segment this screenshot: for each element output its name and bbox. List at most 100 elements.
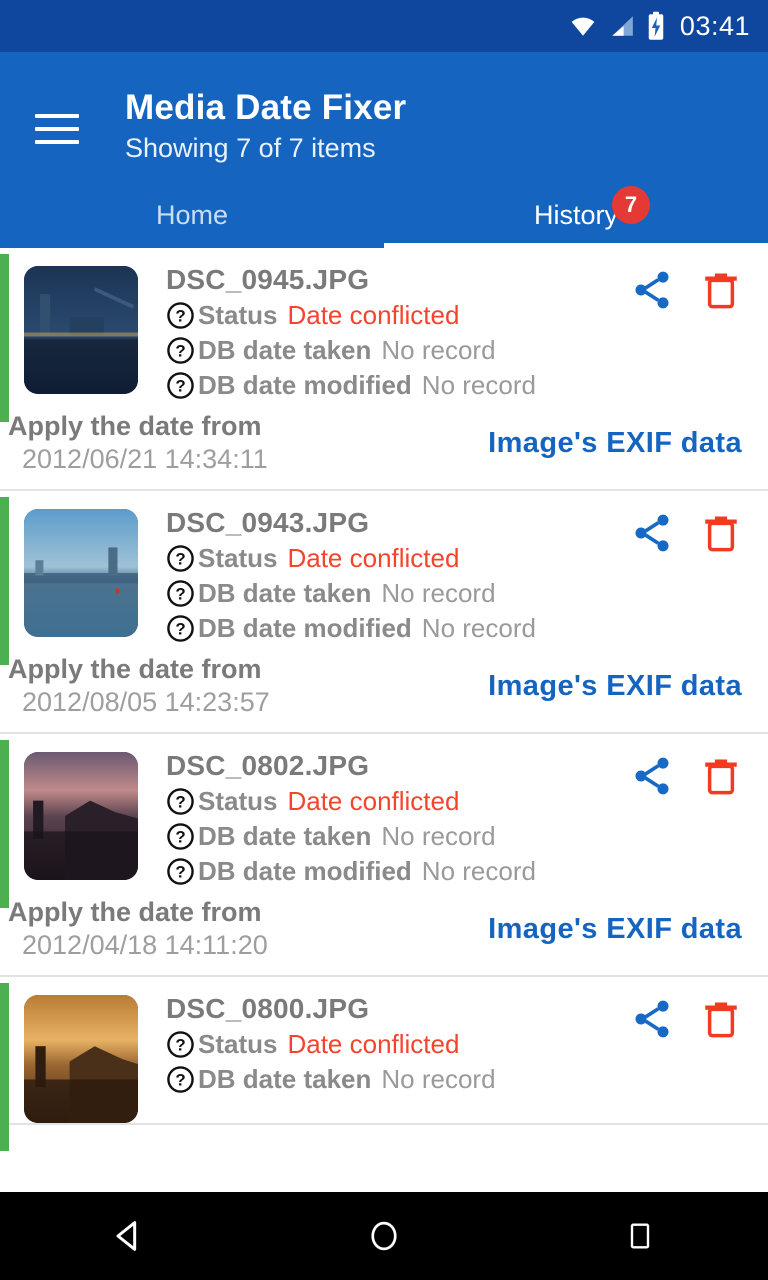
hamburger-menu-icon[interactable] — [35, 114, 79, 144]
db-date-modified-label: DB date modified — [198, 856, 412, 886]
thumbnail[interactable] — [24, 752, 138, 880]
help-icon[interactable]: ? — [166, 614, 195, 643]
db-date-taken-row: ? DB date taken No record — [166, 821, 630, 852]
app-bar-top: Media Date Fixer Showing 7 of 7 items — [0, 52, 768, 182]
status-row: ? Status Date conflicted — [166, 300, 630, 331]
db-date-taken-row: ? DB date taken No record — [166, 1064, 630, 1095]
status-bar: 03:41 — [0, 0, 768, 52]
help-icon[interactable]: ? — [166, 857, 195, 886]
list-item[interactable]: DSC_0800.JPG ? Status Date conflicted ? … — [0, 977, 768, 1151]
status-value: Date conflicted — [287, 300, 460, 330]
apply-date-block: Apply the date from 2012/08/05 14:23:57 — [8, 654, 270, 718]
db-date-modified-label: DB date modified — [198, 370, 412, 400]
app-bar: Media Date Fixer Showing 7 of 7 items Ho… — [0, 52, 768, 248]
apply-date-value: 2012/04/18 14:11:20 — [22, 930, 268, 960]
list-item-info: DSC_0800.JPG ? Status Date conflicted ? … — [166, 987, 630, 1123]
help-icon[interactable]: ? — [166, 579, 195, 608]
status-value: Date conflicted — [287, 786, 460, 816]
history-list[interactable]: DSC_0945.JPG ? Status Date conflicted ? … — [0, 248, 768, 1192]
page-subtitle: Showing 7 of 7 items — [125, 133, 376, 164]
svg-text:?: ? — [175, 1036, 185, 1055]
app-bar-titles: Media Date Fixer Showing 7 of 7 items — [125, 88, 406, 166]
list-item-main: DSC_0800.JPG ? Status Date conflicted ? … — [0, 977, 768, 1123]
apply-date-row: Apply the date from 2012/06/21 14:34:11 … — [0, 401, 768, 489]
list-item[interactable]: DSC_0943.JPG ? Status Date conflicted ? … — [0, 491, 768, 734]
apply-date-row: Apply the date from 2012/04/18 14:11:20 … — [0, 887, 768, 975]
share-icon[interactable] — [630, 268, 674, 312]
svg-text:?: ? — [175, 1071, 185, 1090]
help-icon[interactable]: ? — [166, 1065, 195, 1094]
db-date-modified-value: No record — [421, 370, 536, 400]
svg-text:?: ? — [175, 620, 185, 639]
status-value: Date conflicted — [287, 1029, 460, 1059]
list-item-actions — [630, 501, 768, 644]
tab-history-label: History — [533, 199, 618, 230]
help-icon[interactable]: ? — [166, 336, 195, 365]
db-date-modified-row: ? DB date modified No record — [166, 370, 630, 401]
tab-home[interactable]: Home — [0, 182, 384, 248]
file-name: DSC_0943.JPG — [166, 507, 370, 538]
thumbnail-image — [24, 752, 138, 880]
list-item[interactable]: DSC_0945.JPG ? Status Date conflicted ? … — [0, 248, 768, 491]
apply-date-block: Apply the date from 2012/06/21 14:34:11 — [8, 411, 268, 475]
list-item-actions — [630, 258, 768, 401]
share-icon[interactable] — [630, 511, 674, 555]
android-navigation-bar — [0, 1192, 768, 1280]
recents-button[interactable] — [580, 1192, 700, 1280]
tab-history[interactable]: History 7 — [384, 182, 768, 248]
share-icon[interactable] — [630, 754, 674, 798]
cellular-signal-icon — [608, 13, 636, 39]
apply-date-label: Apply the date from — [8, 897, 262, 927]
list-item-info: DSC_0943.JPG ? Status Date conflicted ? … — [166, 501, 630, 644]
list-item[interactable]: DSC_0802.JPG ? Status Date conflicted ? … — [0, 734, 768, 977]
file-name: DSC_0945.JPG — [166, 264, 370, 295]
status-row: ? Status Date conflicted — [166, 786, 630, 817]
db-date-taken-label: DB date taken — [198, 578, 372, 608]
svg-text:?: ? — [175, 307, 185, 326]
apply-date-label: Apply the date from — [8, 411, 262, 441]
help-icon[interactable]: ? — [166, 301, 195, 330]
list-item-info: DSC_0802.JPG ? Status Date conflicted ? … — [166, 744, 630, 887]
thumbnail-image — [24, 509, 138, 637]
db-date-modified-value: No record — [421, 613, 536, 643]
help-icon[interactable]: ? — [166, 371, 195, 400]
db-date-taken-label: DB date taken — [198, 1064, 372, 1094]
svg-text:?: ? — [175, 377, 185, 396]
status-label: Status — [198, 786, 278, 816]
svg-text:?: ? — [175, 342, 185, 361]
delete-icon[interactable] — [700, 268, 742, 312]
svg-text:?: ? — [175, 863, 185, 882]
apply-date-block: Apply the date from 2012/04/18 14:11:20 — [8, 897, 268, 961]
home-button[interactable] — [324, 1192, 444, 1280]
status-value: Date conflicted — [287, 543, 460, 573]
file-name: DSC_0802.JPG — [166, 750, 370, 781]
apply-date-value: 2012/06/21 14:34:11 — [22, 444, 268, 474]
status-accent-bar — [0, 740, 9, 908]
delete-icon[interactable] — [700, 511, 742, 555]
help-icon[interactable]: ? — [166, 544, 195, 573]
back-button[interactable] — [68, 1192, 188, 1280]
svg-text:?: ? — [175, 585, 185, 604]
delete-icon[interactable] — [700, 997, 742, 1041]
apply-source-link[interactable]: Image's EXIF data — [270, 670, 768, 703]
delete-icon[interactable] — [700, 754, 742, 798]
thumbnail[interactable] — [24, 995, 138, 1123]
help-icon[interactable]: ? — [166, 822, 195, 851]
apply-source-link[interactable]: Image's EXIF data — [268, 913, 768, 946]
db-date-modified-row: ? DB date modified No record — [166, 856, 630, 887]
share-icon[interactable] — [630, 997, 674, 1041]
list-item-actions — [630, 987, 768, 1123]
thumbnail-image — [24, 266, 138, 394]
status-bar-clock: 03:41 — [679, 10, 750, 41]
status-row: ? Status Date conflicted — [166, 543, 630, 574]
apply-date-value: 2012/08/05 14:23:57 — [22, 687, 270, 717]
tab-bar: Home History 7 — [0, 182, 768, 248]
thumbnail[interactable] — [24, 266, 138, 394]
thumbnail[interactable] — [24, 509, 138, 637]
tab-home-label: Home — [155, 199, 229, 230]
help-icon[interactable]: ? — [166, 787, 195, 816]
apply-source-link[interactable]: Image's EXIF data — [268, 427, 768, 460]
status-row: ? Status Date conflicted — [166, 1029, 630, 1060]
help-icon[interactable]: ? — [166, 1030, 195, 1059]
db-date-taken-value: No record — [381, 578, 496, 608]
